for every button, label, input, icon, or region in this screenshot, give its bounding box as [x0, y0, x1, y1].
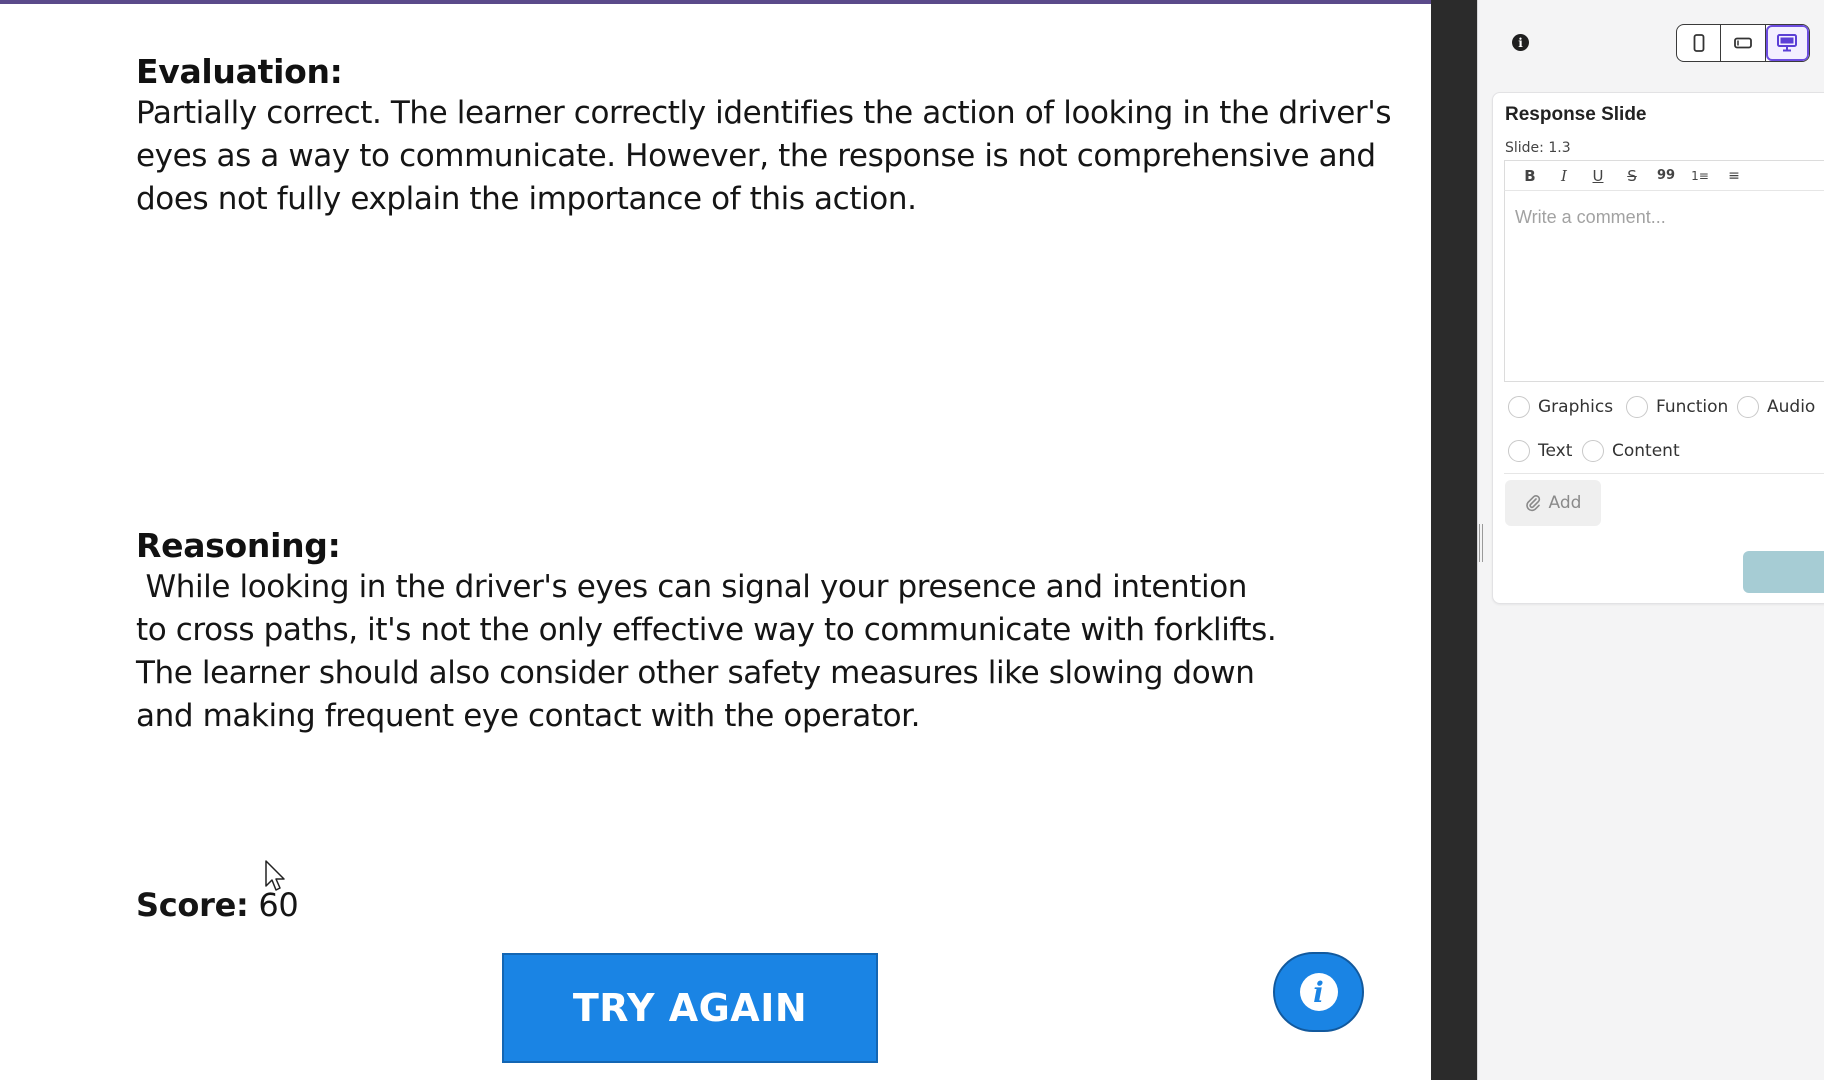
italic-icon[interactable]: I: [1547, 163, 1581, 189]
reasoning-text: While looking in the driver's eyes can s…: [136, 569, 1277, 734]
format-toolbar: B I U S 99 1≡ ≡: [1504, 160, 1824, 190]
phone-icon: [1693, 34, 1705, 52]
add-label: Add: [1548, 493, 1582, 513]
checkbox-audio[interactable]: Audio: [1737, 396, 1815, 418]
device-preview-toggle: [1676, 24, 1810, 62]
editor-divider: [1431, 0, 1477, 1080]
quote-icon[interactable]: 99: [1649, 163, 1683, 189]
checkbox-label: Audio: [1767, 397, 1816, 417]
evaluation-text: Partially correct. The learner correctly…: [136, 95, 1392, 217]
strikethrough-icon[interactable]: S: [1615, 163, 1649, 189]
checkbox-function[interactable]: Function: [1626, 396, 1728, 418]
slide-number: Slide: 1.3: [1505, 140, 1571, 156]
mouse-pointer-icon: [265, 860, 285, 891]
bold-icon[interactable]: B: [1513, 163, 1547, 189]
submit-comment-button[interactable]: [1743, 551, 1824, 593]
panel-info-icon[interactable]: i: [1512, 34, 1529, 51]
checkbox-label: Function: [1656, 397, 1729, 417]
mobile-landscape-button[interactable]: [1721, 25, 1766, 61]
phone-landscape-icon: [1734, 37, 1752, 49]
reasoning-heading: Reasoning:: [136, 526, 341, 565]
checkbox-circle: [1737, 396, 1759, 418]
checkbox-label: Graphics: [1538, 397, 1614, 417]
underline-icon[interactable]: U: [1581, 163, 1615, 189]
card-title: Response Slide: [1505, 104, 1647, 125]
checkbox-text[interactable]: Text: [1508, 440, 1572, 462]
info-icon: i: [1299, 973, 1338, 1011]
checkbox-label: Content: [1612, 441, 1680, 461]
category-checkboxes: Graphics Function Audio Text Content: [1504, 390, 1824, 474]
try-again-button[interactable]: TRY AGAIN: [502, 953, 878, 1063]
checkbox-circle: [1508, 440, 1530, 462]
desktop-button[interactable]: [1765, 25, 1809, 61]
monitor-icon: [1777, 34, 1798, 52]
checkbox-graphics[interactable]: Graphics: [1508, 396, 1613, 418]
checkbox-circle: [1582, 440, 1604, 462]
mobile-portrait-button[interactable]: [1677, 25, 1722, 61]
checkbox-circle: [1508, 396, 1530, 418]
panel-resize-handle[interactable]: [1479, 524, 1483, 562]
comment-input[interactable]: Write a comment...: [1504, 190, 1824, 382]
checkbox-circle: [1626, 396, 1648, 418]
info-button[interactable]: i: [1273, 952, 1364, 1032]
evaluation-heading: Evaluation:: [136, 52, 343, 91]
paperclip-icon: [1525, 495, 1540, 512]
comment-placeholder: Write a comment...: [1515, 207, 1666, 227]
checkbox-content[interactable]: Content: [1582, 440, 1680, 462]
add-attachment-button[interactable]: Add: [1505, 480, 1601, 526]
ordered-list-icon[interactable]: 1≡: [1683, 163, 1717, 189]
score-label: Score:: [136, 886, 249, 924]
bullet-list-icon[interactable]: ≡: [1717, 163, 1751, 189]
checkbox-label: Text: [1538, 441, 1573, 461]
slide-canvas: Evaluation: Partially correct. The learn…: [0, 4, 1431, 1080]
